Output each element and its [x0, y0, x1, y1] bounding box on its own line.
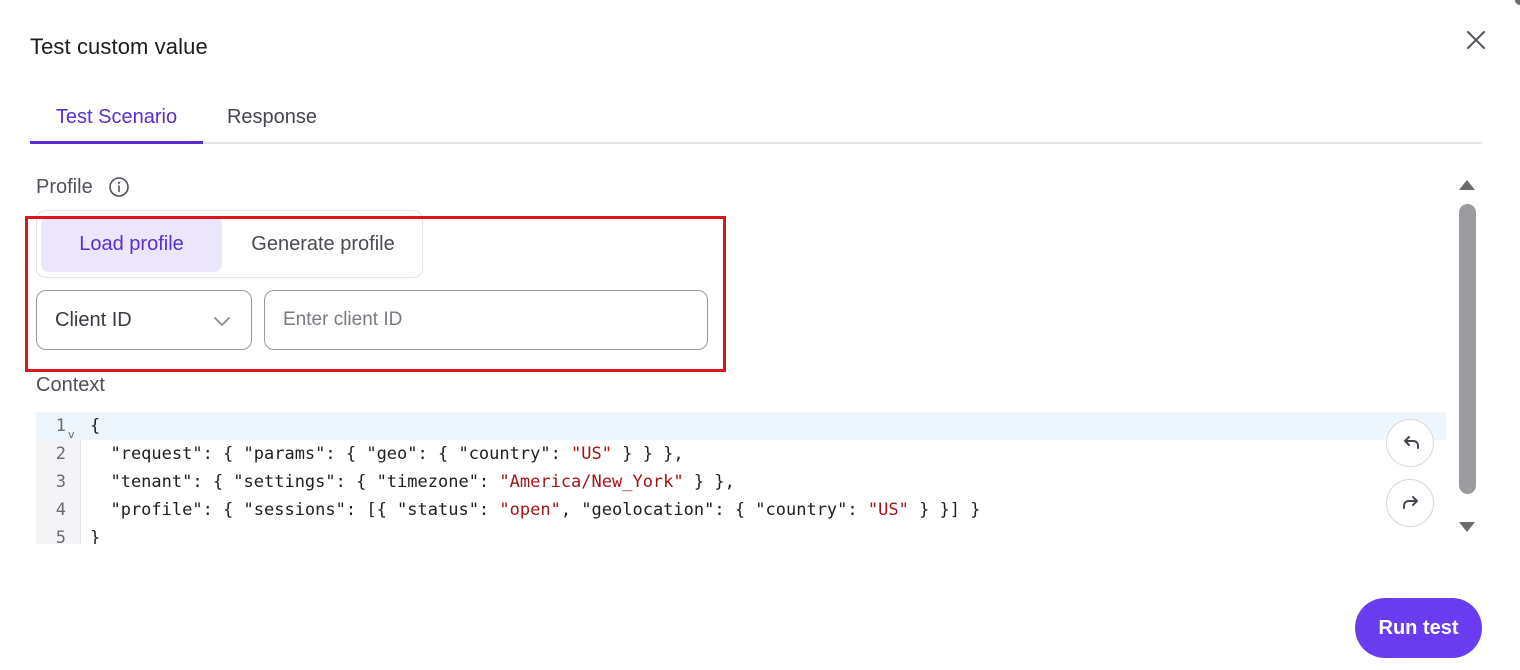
window-corner: [1515, 0, 1520, 5]
highlight-box: [25, 216, 726, 372]
line-code: }: [90, 528, 101, 544]
line-code: "profile": { "sessions": [{ "status": "o…: [90, 500, 981, 520]
tab-bar: Test Scenario Response: [30, 96, 1482, 144]
context-code-editor[interactable]: 1 v {2 "request": { "params": { "geo": { "…: [36, 412, 1446, 544]
undo-button[interactable]: [1386, 419, 1434, 467]
line-code: "tenant": { "settings": { "timezone": "A…: [90, 472, 735, 492]
context-label: Context: [36, 374, 105, 396]
profile-label: Profile: [36, 176, 93, 198]
redo-button[interactable]: [1386, 479, 1434, 527]
line-number: 5: [55, 528, 66, 544]
scrollbar-thumb[interactable]: [1459, 204, 1476, 494]
active-line-highlight: [36, 412, 1446, 440]
scroll-up-arrow[interactable]: [1457, 176, 1477, 192]
info-icon[interactable]: [108, 176, 130, 198]
scroll-down-arrow[interactable]: [1457, 520, 1477, 536]
redo-icon: [1403, 496, 1418, 509]
close-button[interactable]: [1462, 26, 1490, 54]
undo-icon: [1404, 436, 1419, 449]
tab-test-scenario[interactable]: Test Scenario: [30, 96, 203, 144]
line-code: "request": { "params": { "geo": { "count…: [90, 444, 684, 464]
line-number: 2: [55, 444, 66, 464]
close-icon: [1467, 31, 1485, 49]
line-number: 1: [55, 416, 66, 436]
run-test-button[interactable]: Run test: [1355, 598, 1482, 658]
line-number: 3: [55, 472, 66, 492]
line-code: {: [90, 416, 101, 436]
fold-chevron-icon[interactable]: v: [68, 421, 75, 449]
tab-response[interactable]: Response: [203, 96, 341, 144]
test-custom-value-dialog: Test custom value Test Scenario Response…: [0, 0, 1520, 670]
line-number: 4: [55, 500, 66, 520]
dialog-title: Test custom value: [30, 34, 208, 59]
